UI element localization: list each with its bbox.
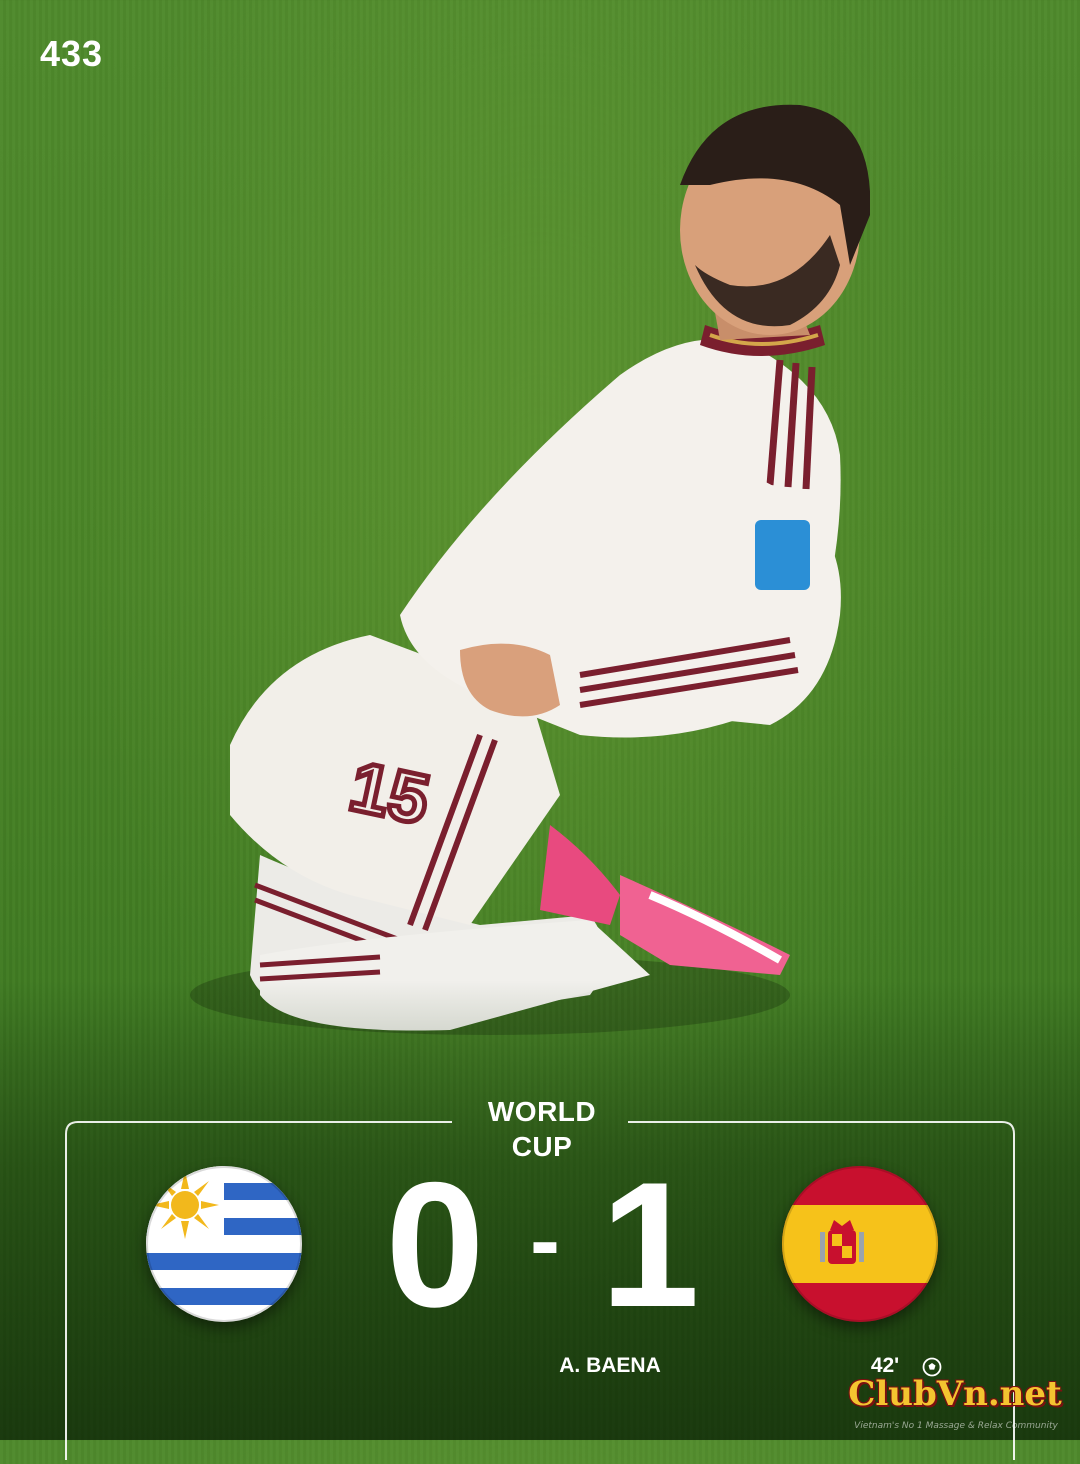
svg-text:15: 15 bbox=[343, 747, 435, 839]
goal-scorer-name: A. BAENA bbox=[559, 1354, 661, 1377]
score-separator: - bbox=[530, 1191, 560, 1291]
watermark-tagline: Vietnam's No 1 Massage & Relax Community bbox=[854, 1421, 1058, 1431]
away-score: 1 bbox=[600, 1145, 700, 1344]
spain-flag-icon bbox=[782, 1166, 938, 1322]
competition-line-1: WORLD bbox=[487, 1096, 597, 1127]
player-illustration: 15 bbox=[190, 104, 871, 1035]
brand-logo-text: 433 bbox=[40, 36, 103, 72]
player-photo: 15 bbox=[150, 95, 871, 1045]
home-score: 0 bbox=[385, 1145, 485, 1344]
watermark-logo: ClubVn.net bbox=[848, 1374, 1062, 1414]
uruguay-flag-icon bbox=[146, 1166, 302, 1322]
brand-logo-mark: 433 bbox=[40, 33, 103, 74]
competition-title: WORLD CUP bbox=[460, 1094, 624, 1164]
brand-logo: 433 bbox=[40, 33, 158, 74]
